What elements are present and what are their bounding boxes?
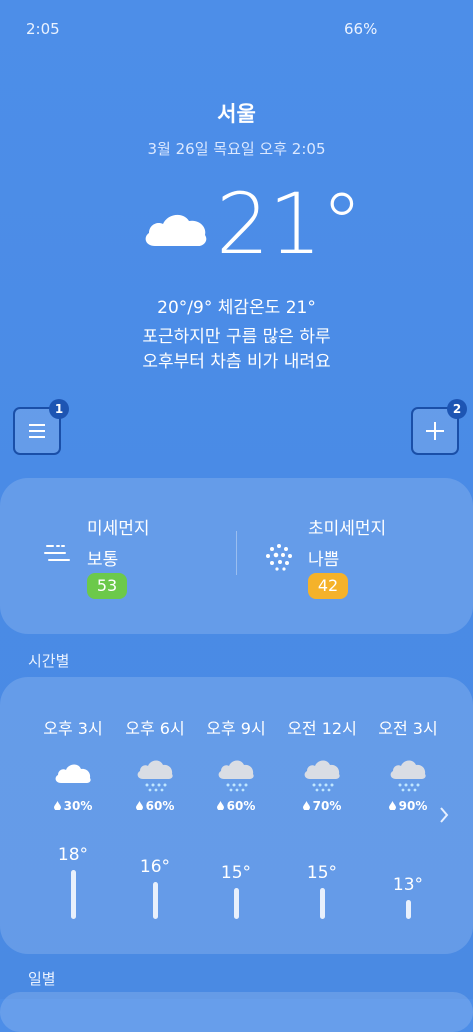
hourly-temp: 13° bbox=[392, 875, 424, 895]
current-datetime: 3월 26일 목요일 오후 2:05 bbox=[147, 140, 326, 158]
hourly-item: 오전 3시 90% 13° bbox=[368, 715, 448, 919]
rain-chance-value: 60% bbox=[145, 799, 175, 813]
hourly-forecast-card[interactable]: 오후 3시 30% 18° 오후 6시 60% 16° 오후 9시 60% 15° 오전 12시 7… bbox=[0, 677, 473, 954]
raindrop-icon bbox=[135, 799, 146, 813]
temp-bar bbox=[234, 888, 239, 919]
rain-chance: 30% bbox=[33, 799, 113, 813]
rain-cloud-icon bbox=[216, 759, 256, 797]
rain-chance-value: 90% bbox=[398, 799, 428, 813]
rain-cloud-icon bbox=[135, 759, 175, 797]
temp-bar bbox=[71, 870, 76, 919]
add-badge: 2 bbox=[447, 399, 467, 419]
raindrop-icon bbox=[388, 799, 399, 813]
haze-icon bbox=[43, 542, 71, 570]
raindrop-icon bbox=[216, 799, 227, 813]
rain-chance: 70% bbox=[282, 799, 362, 813]
rain-chance-value: 60% bbox=[226, 799, 256, 813]
raindrop-icon bbox=[53, 799, 64, 813]
ultrafine-dust-status: 나쁨 bbox=[308, 550, 340, 570]
description-line-2: 오후부터 차츰 비가 내려요 bbox=[142, 352, 331, 372]
menu-badge: 1 bbox=[49, 399, 69, 419]
hourly-title: 시간별 bbox=[28, 652, 70, 670]
fine-dust-status: 보통 bbox=[87, 550, 119, 570]
hourly-temp: 15° bbox=[306, 863, 338, 883]
divider bbox=[236, 531, 237, 575]
hourly-time: 오전 3시 bbox=[378, 719, 438, 738]
rain-chance: 60% bbox=[196, 799, 276, 813]
air-quality-card[interactable]: 미세먼지 보통 53 초미세먼지 나쁨 42 bbox=[0, 478, 473, 634]
hourly-item: 오후 3시 30% 18° bbox=[33, 715, 113, 919]
add-location-button[interactable]: 2 bbox=[411, 399, 467, 455]
temp-bar bbox=[406, 900, 411, 919]
ultrafine-dust-label: 초미세먼지 bbox=[308, 519, 387, 539]
rain-cloud-icon bbox=[302, 759, 342, 797]
raindrop-icon bbox=[302, 799, 313, 813]
hi-lo-feels-like: 20°/9° 체감온도 21° bbox=[157, 298, 316, 318]
hourly-time: 오후 6시 bbox=[125, 719, 185, 738]
hourly-item: 오후 6시 60% 16° bbox=[115, 715, 195, 919]
hourly-time: 오후 9시 bbox=[206, 719, 266, 738]
temp-bar bbox=[153, 882, 158, 919]
hourly-temp: 16° bbox=[139, 857, 171, 877]
battery-level: 66% bbox=[344, 20, 378, 38]
cloud-icon bbox=[53, 759, 93, 791]
daily-title: 일별 bbox=[28, 970, 56, 988]
daily-forecast-card[interactable] bbox=[0, 992, 473, 1032]
hourly-time: 오전 12시 bbox=[287, 719, 357, 738]
cloud-icon bbox=[143, 211, 209, 251]
chevron-right-icon[interactable] bbox=[438, 806, 450, 828]
hourly-time: 오후 3시 bbox=[43, 719, 103, 738]
hourly-item: 오후 9시 60% 15° bbox=[196, 715, 276, 919]
current-weather: 21° bbox=[0, 175, 473, 274]
particles-icon bbox=[264, 542, 294, 576]
temp-bar bbox=[320, 888, 325, 919]
rain-chance: 60% bbox=[115, 799, 195, 813]
hourly-item: 오전 12시 70% 15° bbox=[282, 715, 362, 919]
menu-button[interactable]: 1 bbox=[13, 399, 69, 455]
rain-chance-value: 70% bbox=[312, 799, 342, 813]
fine-dust-label: 미세먼지 bbox=[87, 519, 150, 539]
hourly-temp: 18° bbox=[57, 845, 89, 865]
rain-chance: 90% bbox=[368, 799, 448, 813]
ultrafine-dust-value: 42 bbox=[308, 573, 348, 599]
city-name[interactable]: 서울 bbox=[0, 98, 473, 128]
hourly-temp: 15° bbox=[220, 863, 252, 883]
weather-description: 포근하지만 구름 많은 하루 오후부터 차츰 비가 내려요 bbox=[0, 325, 473, 375]
status-time: 2:05 bbox=[26, 20, 60, 38]
status-bar: 2:05 66% bbox=[0, 20, 473, 42]
rain-chance-value: 30% bbox=[63, 799, 93, 813]
description-line-1: 포근하지만 구름 많은 하루 bbox=[142, 327, 331, 347]
current-temperature: 21° bbox=[216, 175, 363, 273]
fine-dust-value: 53 bbox=[87, 573, 127, 599]
rain-cloud-icon bbox=[388, 759, 428, 797]
